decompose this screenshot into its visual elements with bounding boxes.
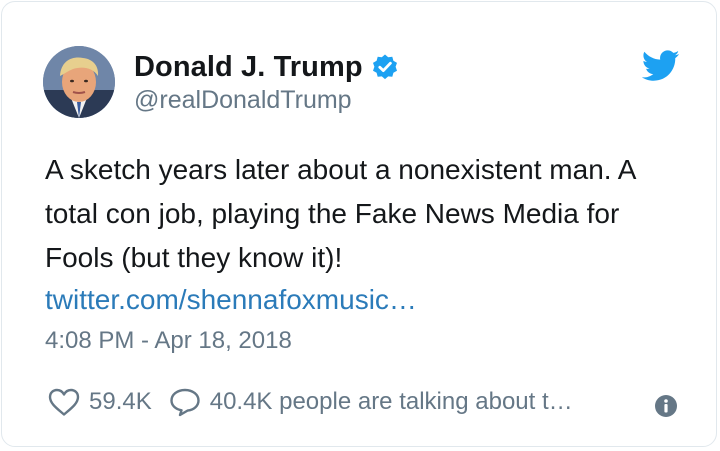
author-display-name[interactable]: Donald J. Trump bbox=[134, 51, 363, 84]
tweet-timestamp[interactable]: 4:08 PM - Apr 18, 2018 bbox=[45, 327, 292, 355]
conversation-count-text: 40.4K people are talking about t… bbox=[209, 388, 573, 415]
tweet-text: A sketch years later about a nonexistent… bbox=[45, 154, 635, 273]
heart-icon bbox=[48, 388, 80, 416]
verified-badge-icon bbox=[371, 53, 399, 81]
avatar-photo bbox=[43, 46, 115, 118]
like-count: 59.4K bbox=[89, 388, 152, 415]
tweet-actions: 59.4K 40.4K people are talking about t… bbox=[47, 382, 573, 422]
twitter-bird-icon[interactable] bbox=[641, 50, 680, 82]
like-button[interactable]: 59.4K bbox=[47, 387, 152, 417]
tweet-link[interactable]: twitter.com/shennafoxmusic… bbox=[45, 278, 417, 322]
speech-bubble-icon bbox=[170, 388, 200, 417]
conversation-button[interactable]: 40.4K people are talking about t… bbox=[168, 387, 573, 417]
author-name-row: Donald J. Trump bbox=[134, 49, 399, 85]
avatar[interactable] bbox=[43, 46, 115, 118]
author-handle[interactable]: @realDonaldTrump bbox=[134, 86, 352, 115]
tweet-card[interactable]: Donald J. Trump @realDonaldTrump A sketc… bbox=[1, 1, 717, 447]
info-icon[interactable] bbox=[654, 394, 678, 418]
